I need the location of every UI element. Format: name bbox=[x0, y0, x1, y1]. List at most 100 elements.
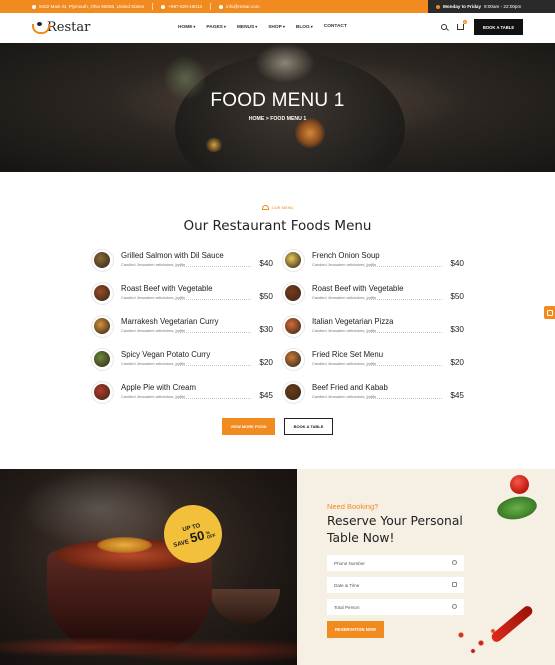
dish-photo bbox=[285, 351, 301, 367]
cart-icon[interactable]: 0 bbox=[457, 20, 467, 30]
menu-item[interactable]: Apple Pie with Cream Candied Jerusalem ar… bbox=[91, 381, 273, 407]
nav-label: PAGES bbox=[206, 25, 223, 30]
search-icon[interactable] bbox=[441, 24, 447, 30]
reservation-submit-button[interactable]: RESERVATION NOW bbox=[327, 621, 384, 638]
dish-name: Italian Vegetarian Pizza bbox=[312, 317, 394, 326]
dish-image bbox=[282, 249, 305, 272]
view-more-food-button[interactable]: VIEW MORE FOOD bbox=[222, 418, 275, 435]
divider bbox=[152, 3, 154, 10]
book-table-outline-button[interactable]: BOOK A TABLE bbox=[284, 418, 333, 435]
menu-item[interactable]: Fried Rice Set Menu Candied Jerusalem art… bbox=[282, 348, 464, 374]
dish-image bbox=[91, 381, 114, 404]
hours-value: 9:00am - 22:00pm bbox=[484, 4, 522, 9]
price-leader-dots bbox=[366, 332, 442, 333]
hero-flower-image bbox=[295, 118, 325, 148]
dish-name: Roast Beef with Vegetable bbox=[312, 284, 404, 293]
email-item[interactable]: info@restar.com bbox=[219, 4, 260, 9]
logo[interactable]: Restar bbox=[32, 20, 90, 35]
nav-item-home[interactable]: HOME▾ bbox=[178, 24, 195, 30]
nav-item-blog[interactable]: BLOG▾ bbox=[296, 24, 313, 30]
menu-item[interactable]: Beef Fried and Kabab Candied Jerusalem ar… bbox=[282, 381, 464, 407]
divider bbox=[210, 3, 212, 10]
menu-item[interactable]: Marrakesh Vegetarian Curry Candied Jerusa… bbox=[91, 315, 273, 341]
price-leader-dots bbox=[366, 398, 442, 399]
stew-pot-image: UP TO SAVE 50 % OFF bbox=[0, 469, 297, 665]
breadcrumb[interactable]: HOME > FOOD MENU 1 bbox=[0, 116, 555, 122]
menu-item[interactable]: Roast Beef with Vegetable Candied Jerusal… bbox=[282, 282, 464, 308]
dish-price: $20 bbox=[450, 358, 464, 367]
dish-image bbox=[91, 348, 114, 371]
dish-photo bbox=[94, 318, 110, 334]
phone-number-field[interactable]: Phone Number bbox=[327, 555, 464, 571]
dish-image bbox=[282, 348, 305, 371]
hours-label: Monday to Friday bbox=[443, 4, 482, 9]
dish-photo bbox=[94, 252, 110, 268]
dish-image bbox=[91, 249, 114, 272]
dish-price: $40 bbox=[259, 259, 273, 268]
menu-item[interactable]: Spicy Vegan Potato Curry Candied Jerusale… bbox=[91, 348, 273, 374]
hero-flower-image bbox=[205, 138, 223, 152]
book-table-button[interactable]: BOOK A TABLE bbox=[474, 19, 523, 35]
phone-item[interactable]: +987-629-18013 bbox=[161, 4, 202, 9]
menu-item[interactable]: Italian Vegetarian Pizza Candied Jerusale… bbox=[282, 315, 464, 341]
price-leader-dots bbox=[175, 365, 251, 366]
phone-text[interactable]: +987-629-18013 bbox=[168, 4, 202, 9]
cheese-topping-image bbox=[97, 537, 152, 553]
dish-name: Fried Rice Set Menu bbox=[312, 350, 384, 359]
dish-photo bbox=[285, 318, 301, 334]
side-settings-tab[interactable] bbox=[544, 306, 555, 319]
dish-photo bbox=[94, 285, 110, 301]
dish-photo bbox=[285, 384, 301, 400]
persons-placeholder: Total Person bbox=[334, 604, 360, 610]
main-navbar: Restar HOME▾ PAGES▾ MENUS▾ SHOP▾ BLOG▾ C… bbox=[0, 13, 555, 43]
dish-name: Beef Fried and Kabab bbox=[312, 383, 388, 392]
booking-kicker: Need Booking? bbox=[327, 502, 379, 511]
promo-off: OFF bbox=[206, 532, 217, 540]
calendar-icon bbox=[452, 582, 457, 587]
dish-price: $30 bbox=[450, 325, 464, 334]
section-title: Our Restaurant Foods Menu bbox=[183, 218, 372, 234]
menu-item[interactable]: Grilled Salmon with Dil Sauce Candied Jer… bbox=[91, 249, 273, 275]
dish-price: $45 bbox=[259, 391, 273, 400]
dish-name: Spicy Vegan Potato Curry bbox=[121, 350, 211, 359]
top-info-bar: 9402 Main St, Plymouth, Ohio 95066, Unit… bbox=[0, 0, 555, 13]
promo-row: SAVE 50 % OFF bbox=[171, 525, 216, 548]
chevron-down-icon: ▾ bbox=[193, 24, 196, 29]
dish-price: $45 bbox=[450, 391, 464, 400]
nav-item-pages[interactable]: PAGES▾ bbox=[206, 24, 225, 30]
nav-label: BLOG bbox=[295, 25, 310, 30]
hero-food-image bbox=[255, 43, 315, 83]
dish-price: $40 bbox=[450, 259, 464, 268]
price-leader-dots bbox=[366, 365, 442, 366]
dish-name: Roast Beef with Vegetable bbox=[121, 284, 213, 293]
dish-price: $30 bbox=[259, 325, 273, 334]
dish-name: Marrakesh Vegetarian Curry bbox=[121, 317, 219, 326]
nav-label: MENUS bbox=[236, 25, 255, 30]
nav-item-menus[interactable]: MENUS▾ bbox=[237, 24, 257, 30]
dish-image bbox=[282, 282, 305, 305]
cloche-icon bbox=[261, 205, 269, 210]
basil-leaf-image bbox=[495, 493, 539, 523]
tomato-image bbox=[510, 475, 529, 494]
price-leader-dots bbox=[366, 266, 442, 267]
booking-title: Reserve Your Personal Table Now! bbox=[327, 514, 463, 545]
opening-hours: Monday to Friday 9:00am - 22:00pm bbox=[428, 0, 555, 13]
price-leader-dots bbox=[366, 299, 442, 300]
nav-item-shop[interactable]: SHOP▾ bbox=[268, 24, 285, 30]
contact-info: 9402 Main St, Plymouth, Ohio 95066, Unit… bbox=[0, 3, 260, 10]
user-icon bbox=[452, 604, 457, 609]
section-tag-label: OUR MENU bbox=[271, 205, 294, 210]
dish-name: French Onion Soup bbox=[312, 251, 380, 260]
nav-actions: 0 BOOK A TABLE bbox=[441, 19, 523, 35]
menu-item[interactable]: French Onion Soup Candied Jerusalem artic… bbox=[282, 249, 464, 275]
price-leader-dots bbox=[175, 299, 251, 300]
email-text[interactable]: info@restar.com bbox=[226, 4, 260, 9]
price-leader-dots bbox=[175, 332, 251, 333]
menu-item[interactable]: Roast Beef with Vegetable Candied Jerusal… bbox=[91, 282, 273, 308]
total-person-field[interactable]: Total Person bbox=[327, 599, 464, 615]
nav-item-contact[interactable]: CONTACT bbox=[324, 24, 347, 30]
clock-icon bbox=[436, 4, 440, 9]
steam-image bbox=[20, 469, 180, 549]
page-title: FOOD MENU 1 bbox=[210, 90, 345, 111]
date-time-field[interactable]: Date & Time bbox=[327, 577, 464, 593]
